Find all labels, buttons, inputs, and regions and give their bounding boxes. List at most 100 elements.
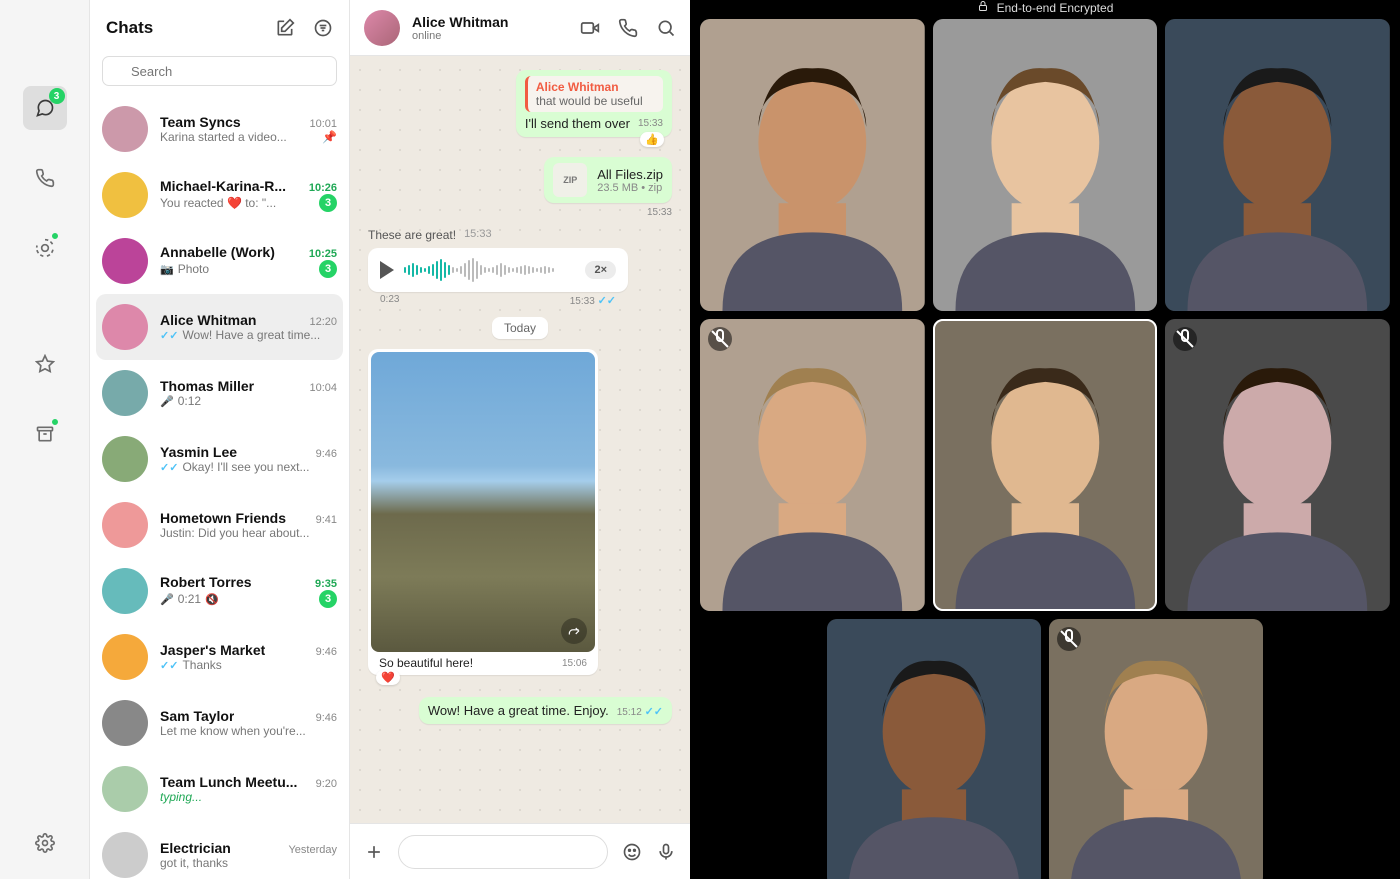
mic-icon[interactable]: [656, 842, 676, 862]
chat-time: 9:46: [316, 646, 337, 658]
chat-name: Sam Taylor: [160, 708, 234, 724]
rail-chats[interactable]: 3: [23, 86, 67, 130]
play-icon[interactable]: [380, 261, 394, 279]
message-input[interactable]: [398, 835, 608, 869]
pin-icon: 📌: [322, 130, 337, 144]
chat-list-item[interactable]: Team Syncs 10:01 Karina started a video...…: [90, 96, 349, 162]
chat-list-item[interactable]: ElectricianYesterdaygot it, thanks: [90, 822, 349, 879]
call-participant-tile[interactable]: [933, 319, 1158, 611]
chat-preview: Justin: Did you hear about...: [160, 526, 309, 540]
video-call-icon[interactable]: [580, 18, 600, 38]
avatar: [102, 502, 148, 548]
chat-name: Team Syncs: [160, 114, 241, 130]
chat-time: 10:26: [309, 182, 337, 194]
muted-mic-icon: [708, 327, 732, 351]
rail-archive[interactable]: [23, 412, 67, 456]
nav-rail: 3: [0, 0, 90, 879]
chat-list-item[interactable]: Robert Torres9:35🎤 0:21🔇3: [90, 558, 349, 624]
unread-badge: 3: [319, 194, 337, 212]
chat-list-item[interactable]: Team Lunch Meetu...9:20typing...: [90, 756, 349, 822]
phone-icon: [35, 168, 55, 188]
compose-icon[interactable]: [275, 18, 295, 38]
chat-name: Hometown Friends: [160, 510, 286, 526]
chat-list-item[interactable]: Hometown Friends9:41Justin: Did you hear…: [90, 492, 349, 558]
chat-name: Yasmin Lee: [160, 444, 237, 460]
message-out-reply[interactable]: Alice Whitman that would be useful I'll …: [516, 70, 672, 137]
message-in-text: These are great! 15:33: [368, 228, 492, 242]
playback-speed[interactable]: 2×: [585, 261, 616, 279]
avatar: [102, 172, 148, 218]
archive-dot-icon: [51, 418, 59, 426]
call-panel: End-to-end Encrypted: [690, 0, 1400, 879]
forward-icon[interactable]: [561, 618, 587, 644]
chat-time: 12:20: [309, 316, 337, 328]
star-icon: [35, 354, 55, 374]
call-grid: [690, 15, 1400, 879]
chat-time: 10:01: [309, 118, 337, 130]
chat-list-item[interactable]: Jasper's Market9:46✓✓ Thanks: [90, 624, 349, 690]
chat-name: Alice Whitman: [160, 312, 256, 328]
attach-icon[interactable]: [364, 842, 384, 862]
call-participant-tile[interactable]: [1165, 19, 1390, 311]
chat-time: 9:20: [316, 778, 337, 790]
rail-starred[interactable]: [23, 342, 67, 386]
call-participant-tile[interactable]: [700, 19, 925, 311]
chat-time: 9:46: [316, 712, 337, 724]
call-participant-tile[interactable]: [700, 319, 925, 611]
chat-preview: Thanks: [182, 658, 221, 672]
chat-preview: Photo: [178, 262, 209, 276]
message-out-text[interactable]: Wow! Have a great time. Enjoy. 15:12 ✓✓: [419, 697, 672, 724]
chat-preview: Okay! I'll see you next...: [182, 460, 309, 474]
rail-calls[interactable]: [23, 156, 67, 200]
chat-time: 10:25: [309, 248, 337, 260]
waveform-icon[interactable]: [404, 258, 575, 282]
call-participant-tile[interactable]: [933, 19, 1158, 311]
filter-icon[interactable]: [313, 18, 333, 38]
call-participant-tile[interactable]: [1165, 319, 1390, 611]
chat-preview: You reacted ❤️ to: "...: [160, 196, 276, 210]
chat-time: 9:46: [316, 448, 337, 460]
chat-list-item[interactable]: Alice Whitman12:20✓✓ Wow! Have a great t…: [96, 294, 343, 360]
avatar: [102, 568, 148, 614]
chat-name: Robert Torres: [160, 574, 252, 590]
chat-list-item[interactable]: Annabelle (Work)10:25📷 Photo3: [90, 228, 349, 294]
muted-icon: 🔇: [205, 593, 219, 606]
avatar[interactable]: [364, 10, 400, 46]
reaction-badge[interactable]: 👍: [640, 132, 664, 147]
chat-preview: Karina started a video...: [160, 130, 287, 144]
message-out-file[interactable]: ZIP All Files.zip 23.5 MB • zip: [544, 157, 672, 203]
avatar: [102, 700, 148, 746]
chat-preview: Wow! Have a great time...: [182, 328, 320, 342]
chat-header: Alice Whitman online: [350, 0, 690, 56]
chat-preview: 0:21: [178, 592, 201, 606]
muted-mic-icon: [1057, 627, 1081, 651]
voice-call-icon[interactable]: [618, 18, 638, 38]
chat-list-item[interactable]: Sam Taylor9:46Let me know when you're...: [90, 690, 349, 756]
reaction-badge[interactable]: ❤️: [376, 670, 400, 685]
rail-settings[interactable]: [23, 821, 67, 865]
chat-time: 10:04: [309, 382, 337, 394]
chat-preview: got it, thanks: [160, 856, 228, 870]
call-participant-tile[interactable]: [827, 619, 1041, 879]
avatar: [102, 766, 148, 812]
status-ring-icon: [35, 238, 55, 258]
conversation-pane: Alice Whitman online Alice Whitman that …: [350, 0, 690, 879]
composer: [350, 823, 690, 879]
search-input[interactable]: [102, 56, 337, 86]
emoji-icon[interactable]: [622, 842, 642, 862]
chat-list-item[interactable]: Yasmin Lee9:46✓✓ Okay! I'll see you next…: [90, 426, 349, 492]
chatlist-header: Chats: [90, 0, 349, 56]
message-time: 15:33: [647, 207, 672, 218]
photo-thumbnail[interactable]: [371, 352, 595, 652]
chat-list-item[interactable]: Michael-Karina-R...10:26You reacted ❤️ t…: [90, 162, 349, 228]
rail-status[interactable]: [23, 226, 67, 270]
call-participant-tile[interactable]: [1049, 619, 1263, 879]
voice-message[interactable]: 2×: [368, 248, 628, 292]
chat-name: Thomas Miller: [160, 378, 254, 394]
chat-search-icon[interactable]: [656, 18, 676, 38]
chat-list-item[interactable]: Thomas Miller10:04🎤 0:12: [90, 360, 349, 426]
status-dot-icon: [51, 232, 59, 240]
muted-mic-icon: [1173, 327, 1197, 351]
chat-name: Team Lunch Meetu...: [160, 774, 297, 790]
message-in-photo[interactable]: So beautiful here! 15:06 ❤️: [368, 349, 598, 675]
